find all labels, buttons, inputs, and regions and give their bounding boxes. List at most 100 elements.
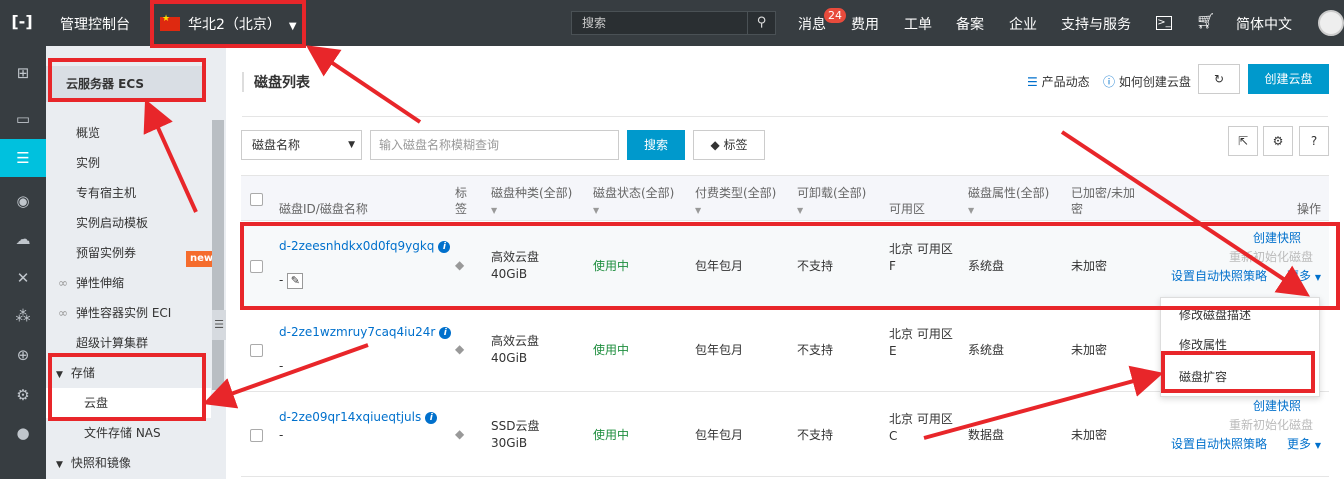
global-search-input[interactable] xyxy=(582,15,732,31)
nav-billing[interactable]: 费用 xyxy=(851,14,879,34)
search-button[interactable]: 搜索 xyxy=(627,130,685,160)
row-checkbox[interactable] xyxy=(250,429,263,442)
sidebar-item-launch-templates[interactable]: 实例启动模板 xyxy=(76,208,148,238)
nav-icp[interactable]: 备案 xyxy=(956,14,984,34)
sidebar-item-dedicated-hosts[interactable]: 专有宿主机 xyxy=(76,178,136,208)
info-icon[interactable]: i xyxy=(438,241,451,253)
more-actions-link[interactable]: 更多 ▼ xyxy=(1287,268,1321,286)
sidebar-item-super-computing[interactable]: 超级计算集群 xyxy=(76,328,148,358)
global-search: ⚲ xyxy=(571,11,776,35)
tag-filter-button[interactable]: ◆ 标签 xyxy=(693,130,765,160)
reinit-disk-link: 重新初始化磁盘 xyxy=(1229,250,1314,264)
region-selector[interactable]: 华北2（北京） ▼ xyxy=(160,14,297,34)
caret-down-icon: ▼ xyxy=(288,21,297,32)
col-encrypted: 已加密/未加密 xyxy=(1071,186,1136,216)
info-icon[interactable]: i xyxy=(439,327,452,339)
disk-name: - xyxy=(279,359,284,373)
terminal-icon[interactable]: >_ xyxy=(1156,16,1172,30)
tag-icon: ◆ xyxy=(710,138,720,152)
col-detachable[interactable]: 可卸载(全部) ▼ xyxy=(797,185,866,219)
sidebar-item-overview[interactable]: 概览 xyxy=(76,118,100,148)
sidebar-item-eci[interactable]: 弹性容器实例 ECI xyxy=(76,298,171,328)
select-all-checkbox[interactable] xyxy=(250,193,263,206)
col-disk-status[interactable]: 磁盘状态(全部) ▼ xyxy=(593,185,674,219)
server-icon[interactable]: ☰ xyxy=(0,139,46,177)
message-count-badge: 24 xyxy=(824,8,846,23)
globe-icon[interactable]: ⊕ xyxy=(0,336,46,374)
external-link-icon: ∞ xyxy=(58,276,68,290)
disk-attribute: 系统盘 xyxy=(968,343,1005,357)
sidebar-scrollbar[interactable] xyxy=(212,120,224,390)
tag-icon[interactable]: ◆ xyxy=(455,342,464,356)
tools-icon[interactable]: ⚙ xyxy=(0,376,46,414)
nav-enterprise[interactable]: 企业 xyxy=(1009,14,1037,34)
china-flag-icon xyxy=(160,14,180,31)
aliyun-logo-icon[interactable]: [-] xyxy=(8,11,36,33)
sidebar-item-nas[interactable]: 文件存储 NAS xyxy=(84,418,161,448)
detachable: 不支持 xyxy=(797,343,834,357)
auto-snapshot-policy-link[interactable]: 设置自动快照策略 xyxy=(1171,436,1267,453)
gear-icon[interactable]: ⚙ xyxy=(1263,126,1293,156)
disk-name: - xyxy=(279,428,284,442)
how-to-create-link[interactable]: ⓘ 如何创建云盘 xyxy=(1103,73,1191,90)
sidebar-item-instances[interactable]: 实例 xyxy=(76,148,100,178)
database-icon[interactable]: ◉ xyxy=(0,182,46,220)
tag-icon[interactable]: ◆ xyxy=(455,427,464,441)
info-icon[interactable]: i xyxy=(425,412,438,424)
product-icon-rail: ⊞ ▭ ☰ ◉ ☁ ✕ ⁂ ⊕ ⚙ ● xyxy=(0,46,46,479)
menu-item-edit-description[interactable]: 修改磁盘描述 xyxy=(1179,306,1251,323)
encryption: 未加密 xyxy=(1071,428,1108,442)
menu-item-edit-attributes[interactable]: 修改属性 xyxy=(1179,336,1227,353)
col-disk-type[interactable]: 磁盘种类(全部) ▼ xyxy=(491,185,572,219)
tag-icon[interactable]: ◆ xyxy=(455,258,464,272)
billing-type: 包年包月 xyxy=(695,259,744,273)
nav-support[interactable]: 支持与服务 xyxy=(1061,14,1131,34)
network-icon[interactable]: ✕ xyxy=(0,259,46,297)
help-circle-icon: ⓘ xyxy=(1103,75,1116,89)
disk-type: 高效云盘 40GiB xyxy=(491,250,540,281)
disk-id-link[interactable]: d-2ze1wzmruy7caq4iu24r i xyxy=(279,324,452,341)
product-news-link[interactable]: ☰ 产品动态 xyxy=(1027,73,1090,90)
main-content: 磁盘列表 ☰ 产品动态 ⓘ 如何创建云盘 ↻ 创建云盘 磁盘名称▼ 搜索 ◆ 标… xyxy=(226,46,1344,479)
search-icon[interactable]: ⚲ xyxy=(747,12,775,34)
grid-icon[interactable]: ⊞ xyxy=(0,54,46,92)
filter-field-select[interactable]: 磁盘名称 ▼ xyxy=(241,130,362,160)
row-checkbox[interactable] xyxy=(250,344,263,357)
sidebar-item-reserved-instances[interactable]: 预留实例券 xyxy=(76,238,136,268)
pencil-icon[interactable]: ✎ xyxy=(287,273,304,289)
sidebar-item-cloud-disks[interactable]: 云盘 xyxy=(46,388,211,418)
sidebar-item-auto-scaling[interactable]: 弹性伸缩 xyxy=(76,268,124,298)
more-actions-link[interactable]: 更多 ▼ xyxy=(1287,436,1321,454)
cluster-icon[interactable]: ⁂ xyxy=(0,297,46,335)
console-title[interactable]: 管理控制台 xyxy=(60,14,130,34)
more-icon[interactable]: ● xyxy=(0,414,46,452)
nav-tickets[interactable]: 工单 xyxy=(904,14,932,34)
nav-messages[interactable]: 消息 xyxy=(798,14,826,34)
disk-id-link[interactable]: d-2zeesnhdkx0d0fq9ygkq i xyxy=(279,238,451,255)
side-menu-title[interactable]: 云服务器 ECS xyxy=(46,66,206,102)
create-disk-button[interactable]: 创建云盘 xyxy=(1248,64,1329,94)
create-snapshot-link[interactable]: 创建快照 xyxy=(1253,398,1301,415)
export-icon[interactable]: ⇱ xyxy=(1228,126,1258,156)
collapse-sidebar-handle[interactable]: ☰ xyxy=(212,310,226,340)
message-icon[interactable]: ▭ xyxy=(0,100,46,138)
cloud-icon[interactable]: ☁ xyxy=(0,220,46,258)
refresh-icon[interactable]: ↻ xyxy=(1198,64,1240,94)
user-avatar[interactable] xyxy=(1318,10,1344,36)
help-button[interactable]: ? xyxy=(1299,126,1329,156)
disk-name-search-input[interactable] xyxy=(370,130,619,160)
external-link-icon: ∞ xyxy=(58,306,68,320)
sidebar-group-snapshots[interactable]: ▼ 快照和镜像 xyxy=(56,448,131,478)
nav-language[interactable]: 简体中文 xyxy=(1236,14,1292,34)
col-attribute[interactable]: 磁盘属性(全部) ▼ xyxy=(968,185,1049,219)
auto-snapshot-policy-link[interactable]: 设置自动快照策略 xyxy=(1171,268,1267,285)
list-icon: ☰ xyxy=(1027,75,1038,89)
menu-item-resize-disk[interactable]: 磁盘扩容 xyxy=(1179,368,1227,385)
col-billing[interactable]: 付费类型(全部) ▼ xyxy=(695,185,776,219)
row-checkbox[interactable] xyxy=(250,260,263,273)
create-snapshot-link[interactable]: 创建快照 xyxy=(1253,230,1301,247)
sidebar-group-storage[interactable]: ▼ 存储 xyxy=(56,358,95,388)
disk-id-link[interactable]: d-2ze09qr14xqiueqtjuls i xyxy=(279,409,438,426)
divider xyxy=(242,116,1328,117)
cart-icon[interactable]: 🛒︎ xyxy=(1196,12,1215,30)
